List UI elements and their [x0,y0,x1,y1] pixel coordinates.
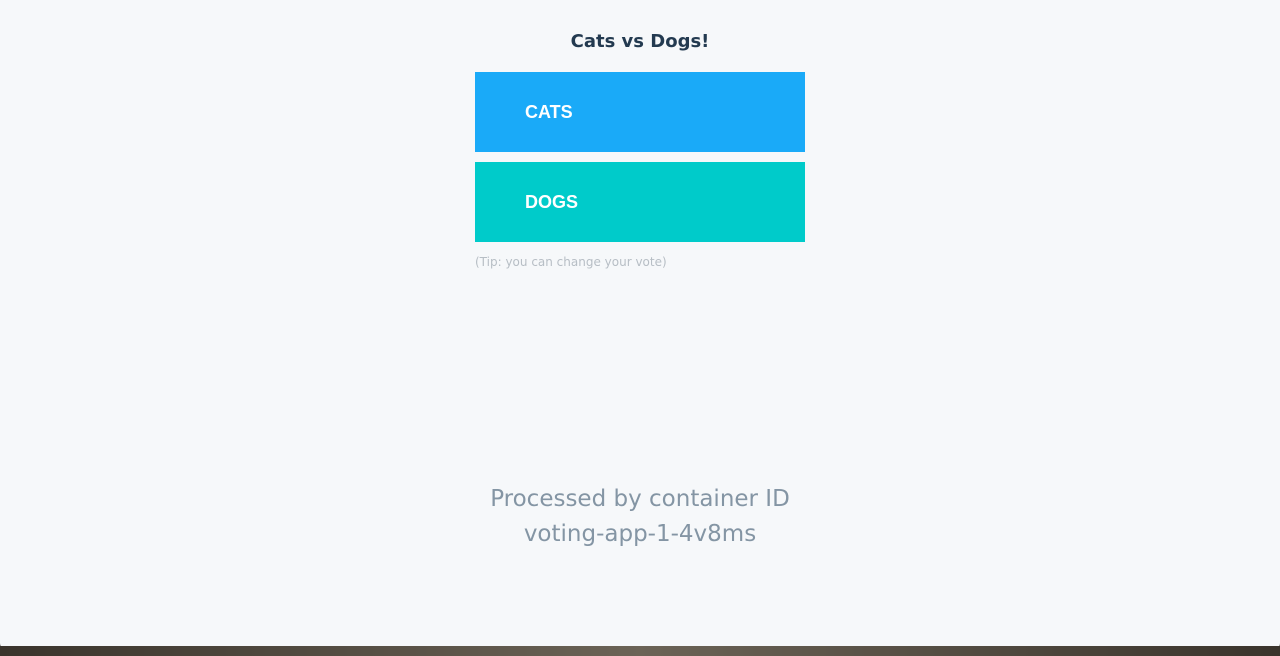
container-info-label: Processed by container ID [490,486,790,512]
tip-text: (Tip: you can change your vote) [475,255,667,269]
vote-dogs-button[interactable]: DOGS [475,162,805,242]
page-title: Cats vs Dogs! [570,31,710,52]
browser-window: Cats vs Dogs! CATS DOGS (Tip: you can ch… [0,0,1280,651]
desktop-background [0,646,1280,656]
container-info: Processed by container ID voting-app-1-4… [0,482,1280,552]
container-id: voting-app-1-4v8ms [523,521,757,547]
vote-cats-button[interactable]: CATS [475,72,805,152]
